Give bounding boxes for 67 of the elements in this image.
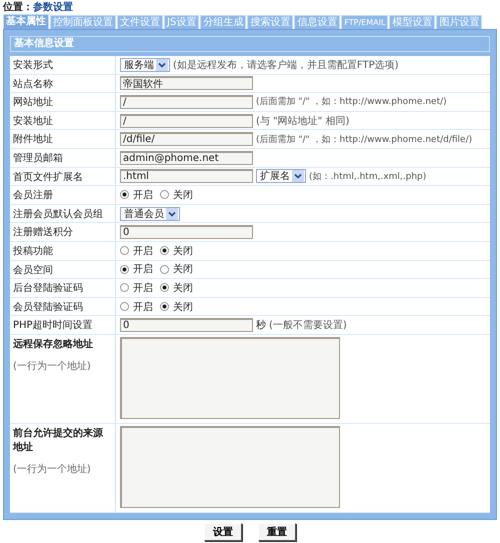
field-label: 会员空间 xyxy=(13,264,54,277)
field-label: 后台登陆验证码 xyxy=(13,282,84,296)
radio-label: 关闭 xyxy=(173,300,193,314)
field-label: 站点名称 xyxy=(13,78,54,91)
address-textarea[interactable] xyxy=(120,426,340,508)
hint-text: (后面需加 "/" ，如：http://www.phome.net/) xyxy=(256,96,447,108)
radio-button[interactable] xyxy=(120,246,129,256)
radio-label: 开启 xyxy=(133,262,153,276)
text-field[interactable]: 0 xyxy=(120,225,253,240)
field-label: PHP超时时间设置 xyxy=(13,318,94,332)
text-field[interactable]: 帝国软件 xyxy=(120,76,253,90)
text-field[interactable]: 0 xyxy=(120,318,253,332)
radio-label: 开启 xyxy=(133,300,153,314)
caret-icon xyxy=(156,58,168,71)
field-label: 会员注册 xyxy=(13,188,54,202)
section-title: 基本信息设置 xyxy=(10,36,490,52)
form-button[interactable]: 设置 xyxy=(204,522,242,541)
field-label: 附件地址 xyxy=(13,132,54,146)
radio-button[interactable] xyxy=(160,302,169,312)
radio-button[interactable] xyxy=(120,302,129,312)
caret-icon xyxy=(292,170,304,182)
dropdown[interactable]: 服务端 xyxy=(120,58,170,72)
hint-text: (一般不需要设置) xyxy=(269,318,347,332)
radio-label: 开启 xyxy=(133,188,153,202)
field-label: 安装地址 xyxy=(13,114,54,128)
radio-label: 关闭 xyxy=(173,244,193,258)
field-note: (一行为一个地址) xyxy=(13,360,92,373)
hint-text: (如是远程发布，请选客户端，并且需配置FTP选项) xyxy=(173,58,399,72)
form-button[interactable]: 重置 xyxy=(258,522,296,541)
radio-button[interactable] xyxy=(160,190,169,200)
hint-text: (与 "网站地址" 相同) xyxy=(256,114,350,128)
radio-button[interactable] xyxy=(160,283,169,292)
radio-button[interactable] xyxy=(120,264,129,274)
radio-label: 关闭 xyxy=(173,262,193,276)
field-label: 注册赠送积分 xyxy=(13,226,74,240)
field-label: 会员登陆验证码 xyxy=(13,300,84,314)
field-label: 网站地址 xyxy=(13,96,54,110)
text-field[interactable]: .html xyxy=(120,169,253,184)
text-field[interactable]: / xyxy=(120,114,253,128)
radio-label: 开启 xyxy=(133,282,153,295)
field-label: 安装形式 xyxy=(13,58,54,72)
hint-text: (如：.html,.htm,.xml,.php) xyxy=(309,170,426,183)
text-field[interactable]: admin@phome.net xyxy=(120,150,253,165)
address-textarea[interactable] xyxy=(120,336,340,419)
field-label: 远程保存忽略地址 xyxy=(13,338,94,351)
text-field[interactable]: / xyxy=(120,94,253,109)
radio-button[interactable] xyxy=(120,190,129,200)
field-label: 管理员邮箱 xyxy=(13,152,64,165)
unit-label: 秒 xyxy=(256,318,266,332)
field-label: 首页文件扩展名 xyxy=(13,170,84,184)
dropdown[interactable]: 扩展名 xyxy=(256,169,306,184)
radio-label: 开启 xyxy=(133,244,153,258)
breadcrumb-label: 位置： xyxy=(3,2,33,13)
field-note: (一行为一个地址) xyxy=(13,462,92,476)
radio-label: 关闭 xyxy=(173,188,193,202)
radio-label: 关闭 xyxy=(173,282,193,295)
dropdown[interactable]: 普通会员 xyxy=(120,206,180,221)
breadcrumb-link[interactable]: 参数设置 xyxy=(33,2,73,13)
caret-icon xyxy=(166,208,178,220)
field-label: 前台允许提交的来源地址 xyxy=(13,426,104,454)
radio-button[interactable] xyxy=(160,246,169,256)
radio-button[interactable] xyxy=(160,264,169,274)
field-label: 投稿功能 xyxy=(13,244,54,258)
radio-button[interactable] xyxy=(120,283,129,292)
text-field[interactable]: /d/file/ xyxy=(120,132,253,146)
field-label: 注册会员默认会员组 xyxy=(13,208,104,221)
hint-text: (后面需加 "/" ，如：http://www.phome.net/d/file/) xyxy=(256,134,472,146)
